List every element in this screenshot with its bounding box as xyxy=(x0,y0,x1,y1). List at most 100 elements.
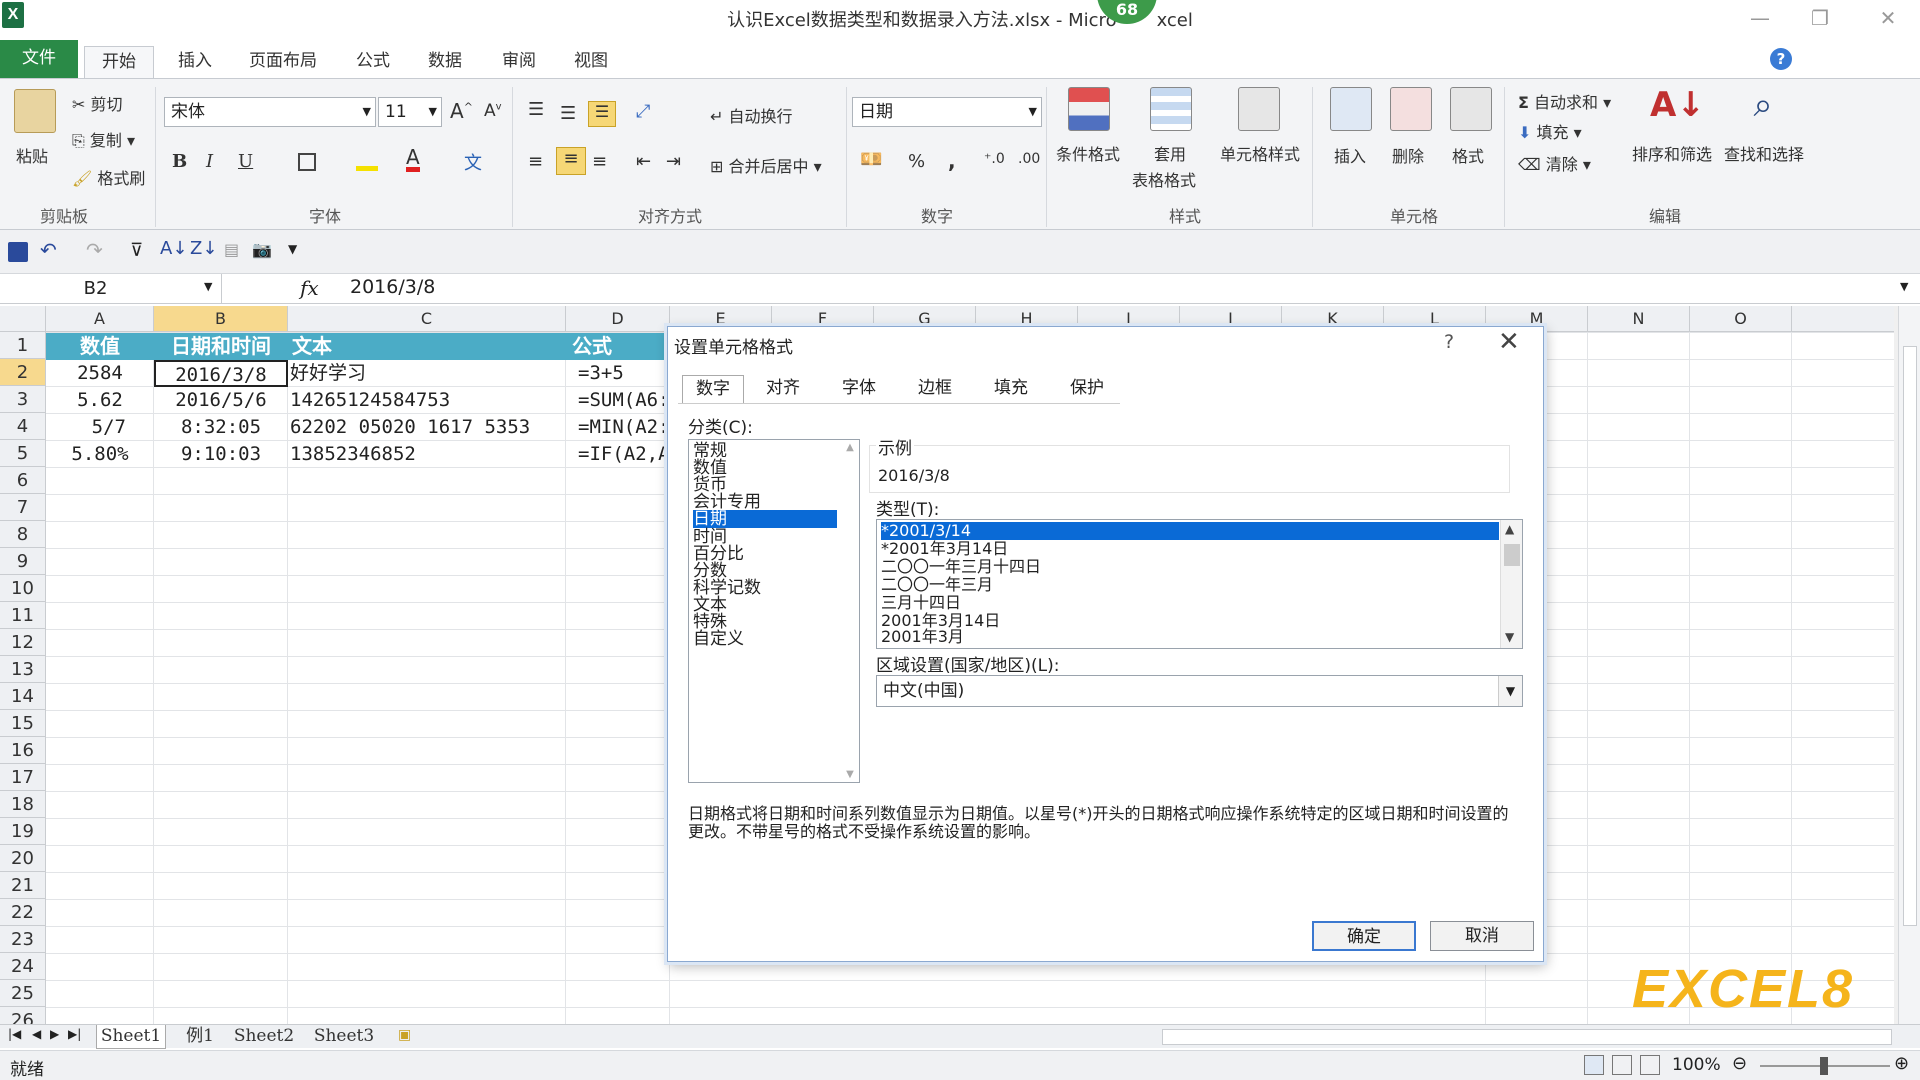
cell-d2[interactable]: =3+5 xyxy=(578,360,670,387)
expand-formula-icon[interactable]: ▼ xyxy=(1900,280,1908,293)
delete-cells-icon[interactable] xyxy=(1390,87,1432,131)
phonetic-icon[interactable]: 文 xyxy=(464,149,482,175)
type-item[interactable]: 二〇〇一年三月十四日 xyxy=(881,558,1499,576)
tab-page-layout[interactable]: 页面布局 xyxy=(240,46,326,78)
cell-styles-button[interactable]: 单元格样式 xyxy=(1220,141,1300,165)
redo-icon[interactable]: ↷ xyxy=(86,238,103,262)
cell-b2-selected[interactable]: 2016/3/8 xyxy=(154,360,288,387)
tab-home[interactable]: 开始 xyxy=(84,46,154,78)
format-painter-button[interactable]: 🖌 格式刷 xyxy=(72,165,145,189)
customize-qat-icon[interactable]: ▼ xyxy=(288,242,297,256)
align-bottom-icon[interactable]: ☰ xyxy=(588,101,616,127)
copy-button[interactable]: ⎘ 复制 ▾ xyxy=(72,127,135,151)
type-scrollbar[interactable]: ▲ ▼ xyxy=(1500,520,1522,648)
category-scrollbar[interactable]: ▲ ▼ xyxy=(843,442,857,780)
column-header-o[interactable]: O xyxy=(1690,306,1792,332)
cell-b3[interactable]: 2016/5/6 xyxy=(154,387,288,414)
row-header[interactable]: 2 xyxy=(0,359,46,386)
row-header[interactable]: 11 xyxy=(0,602,46,629)
row-header[interactable]: 10 xyxy=(0,575,46,602)
decrease-decimal-icon[interactable]: .00 xyxy=(1018,151,1040,167)
next-sheet-icon[interactable]: ▶ xyxy=(50,1027,59,1041)
normal-view-icon[interactable] xyxy=(1584,1055,1604,1075)
row-header[interactable]: 8 xyxy=(0,521,46,548)
column-header-n[interactable]: N xyxy=(1588,306,1690,332)
fill-button[interactable]: ⬇ 填充 ▾ xyxy=(1518,119,1582,143)
tab-file[interactable]: 文件 xyxy=(0,40,78,78)
merge-center-button[interactable]: ⊞ 合并后居中 ▾ xyxy=(710,153,822,177)
type-list[interactable]: *2001/3/14 *2001年3月14日 二〇〇一年三月十四日 二〇〇一年三… xyxy=(876,519,1523,649)
bold-button[interactable]: B xyxy=(172,151,187,172)
zoom-in-icon[interactable]: ⊕ xyxy=(1894,1053,1909,1074)
tab-formulas[interactable]: 公式 xyxy=(348,46,398,78)
row-header[interactable]: 16 xyxy=(0,737,46,764)
prev-sheet-icon[interactable]: ◀ xyxy=(32,1027,41,1041)
row-header[interactable]: 24 xyxy=(0,953,46,980)
align-right-icon[interactable]: ≡ xyxy=(592,151,607,172)
dialog-close-button[interactable]: ✕ xyxy=(1498,327,1520,357)
sheet-tab-sheet1[interactable]: Sheet1 xyxy=(96,1025,166,1049)
horizontal-scrollbar[interactable] xyxy=(1162,1029,1892,1045)
decrease-indent-icon[interactable]: ⇤ xyxy=(636,151,651,172)
camera-icon[interactable]: 📷 xyxy=(252,240,272,259)
insert-cells-button[interactable]: 插入 xyxy=(1334,143,1366,167)
select-all-corner[interactable] xyxy=(0,306,46,332)
column-header-a[interactable]: A xyxy=(46,306,154,332)
shrink-font-icon[interactable]: Av xyxy=(484,101,502,121)
format-as-table-icon[interactable] xyxy=(1150,87,1192,131)
cell-c1[interactable]: 文本 xyxy=(288,333,566,360)
type-item-selected[interactable]: *2001/3/14 xyxy=(881,522,1499,540)
sort-descending-icon[interactable]: Z↓ xyxy=(190,238,217,259)
chevron-down-icon[interactable]: ▼ xyxy=(1498,676,1522,706)
restore-button[interactable]: ❐ xyxy=(1800,6,1840,34)
row-header[interactable]: 18 xyxy=(0,791,46,818)
format-as-table-button-line2[interactable]: 表格格式 xyxy=(1132,167,1196,191)
dialog-tab-border[interactable]: 边框 xyxy=(904,375,966,403)
row-header[interactable]: 22 xyxy=(0,899,46,926)
percent-button[interactable]: % xyxy=(908,151,925,172)
help-icon[interactable]: ? xyxy=(1770,48,1792,70)
dialog-tab-protection[interactable]: 保护 xyxy=(1056,375,1118,403)
cell-b5[interactable]: 9:10:03 xyxy=(154,441,288,468)
undo-icon[interactable]: ↶ xyxy=(40,238,57,262)
cell-d4[interactable]: =MIN(A2: xyxy=(578,414,670,441)
comma-button[interactable]: , xyxy=(948,149,956,173)
autosum-button[interactable]: Σ 自动求和 ▾ xyxy=(1518,89,1611,113)
insert-cells-icon[interactable] xyxy=(1330,87,1372,131)
row-header[interactable]: 7 xyxy=(0,494,46,521)
tab-insert[interactable]: 插入 xyxy=(170,46,220,78)
align-center-icon[interactable]: ≡ xyxy=(556,147,586,175)
category-item[interactable]: 自定义 xyxy=(693,630,837,648)
minimize-button[interactable]: — xyxy=(1740,6,1780,34)
zoom-level[interactable]: 100% xyxy=(1672,1055,1721,1075)
locale-select[interactable]: 中文(中国) ▼ xyxy=(876,675,1523,707)
row-header[interactable]: 13 xyxy=(0,656,46,683)
cell-d3[interactable]: =SUM(A6: xyxy=(578,387,670,414)
cell-c5[interactable]: 13852346852 xyxy=(290,441,566,468)
zoom-out-icon[interactable]: ⊖ xyxy=(1732,1053,1747,1074)
last-sheet-icon[interactable]: ▶| xyxy=(68,1027,81,1041)
cell-a5[interactable]: 5.80% xyxy=(46,441,154,468)
column-header-c[interactable]: C xyxy=(288,306,566,332)
filter-icon[interactable]: ⊽ xyxy=(130,240,143,261)
font-size-select[interactable]: 11 ▼ xyxy=(378,97,442,127)
clear-button[interactable]: ⌫ 清除 ▾ xyxy=(1518,151,1591,175)
increase-indent-icon[interactable]: ⇥ xyxy=(666,151,681,172)
row-header[interactable]: 4 xyxy=(0,413,46,440)
row-header[interactable]: 15 xyxy=(0,710,46,737)
wrap-text-button[interactable]: ↵ 自动换行 xyxy=(710,103,793,127)
row-header[interactable]: 12 xyxy=(0,629,46,656)
sort-ascending-icon[interactable]: A↓ xyxy=(160,238,187,259)
chevron-down-icon[interactable]: ▼ xyxy=(204,280,212,293)
scroll-up-icon[interactable]: ▲ xyxy=(1505,522,1514,536)
paste-button[interactable]: 粘贴 xyxy=(16,143,48,167)
font-name-select[interactable]: 宋体 ▼ xyxy=(164,97,376,127)
row-header[interactable]: 23 xyxy=(0,926,46,953)
align-left-icon[interactable]: ≡ xyxy=(528,151,543,172)
insert-function-icon[interactable]: fx xyxy=(300,276,319,300)
cell-c2[interactable]: 好好学习 xyxy=(290,360,566,387)
type-item[interactable]: *2001年3月14日 xyxy=(881,540,1499,558)
insert-sheet-icon[interactable]: ▣ xyxy=(398,1027,411,1043)
save-icon[interactable] xyxy=(8,242,28,262)
fill-color-icon[interactable] xyxy=(356,149,378,171)
